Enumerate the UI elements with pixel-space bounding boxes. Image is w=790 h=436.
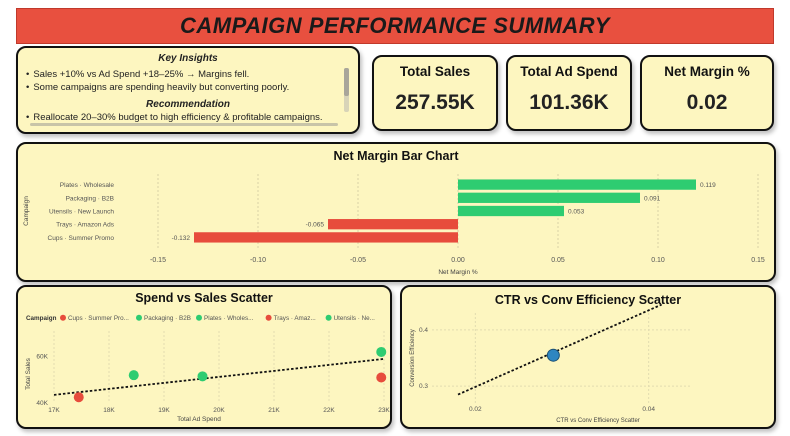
- kpi-label: Net Margin %: [664, 64, 750, 79]
- category-label: Cups · Summer Promo: [48, 235, 115, 242]
- data-label: 0.091: [644, 195, 661, 202]
- data-point: [73, 392, 84, 403]
- insights-horizontal-scrollbar[interactable]: [30, 123, 338, 126]
- data-label: 0.119: [700, 182, 716, 189]
- x-tick-label: 0.15: [751, 257, 765, 264]
- key-insights-heading: Key Insights: [158, 53, 218, 64]
- x-tick-label: 19K: [158, 407, 170, 414]
- kpi-label: Total Sales: [399, 64, 471, 79]
- bar: [458, 192, 640, 203]
- bar: [458, 205, 564, 217]
- y-tick-label: 0.4: [419, 327, 428, 334]
- bar: [328, 219, 458, 230]
- recommendation-heading: Recommendation: [146, 99, 230, 110]
- x-tick-label: 0.05: [551, 257, 565, 264]
- insights-scrollbar[interactable]: [344, 68, 349, 112]
- legend-item: Utensils · Ne...: [334, 315, 376, 322]
- ctr-vs-conv-scatter: 0.02 0.04 0.3 0.4 CTR vs Conv Efficiency Sca…: [410, 303, 692, 424]
- data-label: -0.065: [306, 222, 325, 229]
- y-tick-label: 60K: [36, 354, 48, 361]
- kpi-total-sales: Total Sales 257.55K: [372, 55, 498, 131]
- x-tick-label: -0.05: [350, 257, 366, 264]
- legend-marker: [60, 314, 66, 321]
- data-point: [197, 371, 208, 382]
- insights-card: Key Insights Sales +10% vs Ad Spend +18–…: [16, 46, 360, 134]
- x-tick-label: 0.00: [451, 257, 465, 264]
- page-title: CAMPAIGN PERFORMANCE SUMMARY: [180, 13, 610, 38]
- legend-item: Packaging · B2B: [144, 315, 191, 322]
- kpi-value: 0.02: [686, 91, 728, 114]
- y-axis-label: Campaign: [23, 196, 30, 226]
- legend-marker: [136, 314, 142, 321]
- x-tick-label: 22K: [323, 407, 335, 414]
- net-margin-bar-chart-card: Net Margin Bar Chart -0.15 -0.10 -0.05 0.00…: [16, 142, 776, 282]
- y-tick-label: 40K: [36, 400, 48, 407]
- x-tick-label: 0.10: [651, 257, 665, 264]
- legend-item: Cups · Summer Pro...: [68, 315, 129, 322]
- x-tick-label: 23K: [378, 407, 390, 414]
- x-tick-label: -0.15: [150, 257, 166, 264]
- y-axis-label: Total Sales: [25, 357, 32, 390]
- category-label: Packaging · B2B: [66, 195, 114, 202]
- category-label: Utensils · New Launch: [49, 209, 114, 216]
- x-tick-label: 0.04: [642, 406, 655, 413]
- kpi-net-margin: Net Margin % 0.02: [640, 55, 774, 131]
- data-point: [128, 370, 139, 381]
- scrollbar-thumb[interactable]: [344, 68, 349, 96]
- legend-marker: [325, 314, 332, 321]
- x-tick-label: 18K: [103, 407, 115, 414]
- net-margin-bar-chart: -0.15 -0.10 -0.05 0.00 0.05 0.10 0.15 Net Margi…: [23, 174, 765, 276]
- x-tick-label: 17K: [48, 407, 60, 414]
- x-tick-label: 0.02: [469, 406, 482, 413]
- category-label: Trays · Amazon Ads: [56, 222, 115, 229]
- legend-item: Plates · Wholes...: [204, 315, 254, 322]
- x-axis-label: CTR vs Conv Efficiency Scatter: [556, 418, 640, 424]
- x-tick-label: 21K: [268, 407, 280, 414]
- insight-item: Sales +10% vs Ad Spend +18–25% → Margins…: [26, 68, 350, 81]
- spend-vs-sales-card: Spend vs Sales Scatter Campaign Cups · Su…: [16, 285, 392, 429]
- bar: [458, 179, 696, 190]
- data-label: -0.132: [172, 235, 191, 242]
- x-axis-label: Total Ad Spend: [177, 416, 221, 423]
- data-point: [546, 348, 560, 362]
- bar: [194, 232, 458, 243]
- legend-marker: [265, 314, 272, 321]
- y-tick-label: 0.3: [419, 383, 428, 390]
- kpi-total-ad-spend: Total Ad Spend 101.36K: [506, 55, 632, 131]
- x-tick-label: -0.10: [250, 257, 266, 264]
- kpi-value: 257.55K: [395, 91, 475, 114]
- data-point: [376, 372, 387, 383]
- legend-item: Trays · Amaz...: [274, 315, 316, 322]
- spend-vs-sales-scatter: Campaign Cups · Summer Pro... Packaging · …: [25, 314, 390, 423]
- legend-marker: [196, 314, 202, 321]
- data-point: [376, 346, 387, 357]
- y-axis-label: Conversion Efficiency: [410, 329, 416, 387]
- x-tick-label: 20K: [213, 407, 225, 414]
- kpi-value: 101.36K: [529, 91, 609, 114]
- data-label: 0.053: [568, 209, 585, 216]
- x-axis-label: Net Margin %: [438, 269, 478, 276]
- trend-line: [457, 303, 663, 396]
- category-label: Plates · Wholesale: [60, 182, 115, 189]
- insight-item: Some campaigns are spending heavily but …: [26, 81, 350, 94]
- ctr-vs-conv-card: CTR vs Conv Efficiency Scatter 0.02 0.04 0…: [400, 285, 776, 429]
- legend-title: Campaign: [26, 315, 57, 322]
- kpi-label: Total Ad Spend: [520, 64, 618, 79]
- dashboard-title-bar: CAMPAIGN PERFORMANCE SUMMARY: [16, 8, 774, 44]
